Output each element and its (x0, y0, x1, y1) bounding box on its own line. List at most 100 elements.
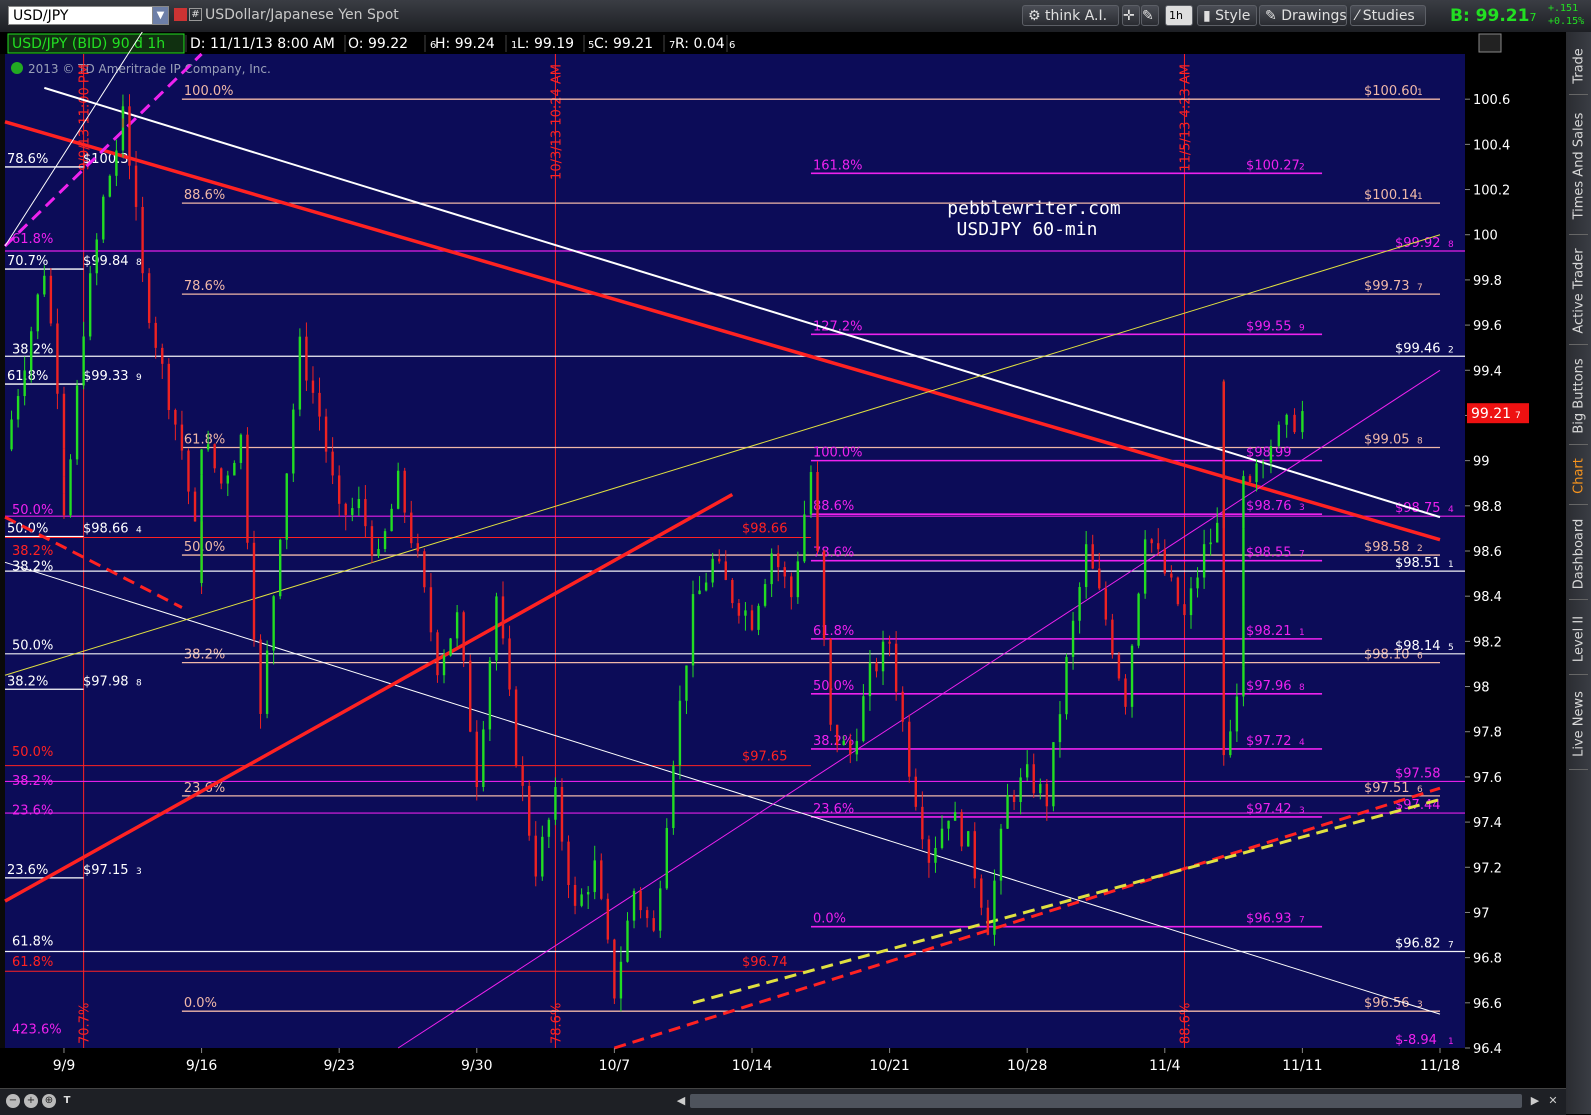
vertical-line-pct: 88.6% (1178, 1003, 1193, 1044)
candle (560, 778, 564, 851)
candle-body (770, 553, 773, 585)
y-tick-label: 96.6 (1473, 997, 1502, 1012)
fib-price-label: $98.55 (1246, 546, 1292, 561)
text-tool-icon[interactable]: T (60, 1094, 74, 1108)
sidebar-tab-chart[interactable]: Chart (1566, 446, 1591, 506)
pencil-icon[interactable]: ✎ (1141, 5, 1159, 26)
sidebar-tab-active-trader[interactable]: Active Trader (1566, 236, 1591, 346)
zoom-out-icon[interactable]: − (6, 1094, 20, 1108)
fib-pct-label: 88.6% (184, 188, 225, 203)
level-price-small: 1 (1448, 560, 1454, 570)
style-button[interactable]: ▮ Style (1197, 5, 1257, 26)
candle-body (410, 512, 413, 544)
candle-body (1065, 656, 1068, 715)
candle-body (1235, 696, 1239, 732)
candle-body (1183, 604, 1186, 616)
level-price-label: $99.46 (1395, 341, 1441, 356)
fib-price-label: $99.05 (1364, 433, 1410, 448)
candle-body (220, 468, 223, 484)
candle-body (187, 450, 190, 492)
crosshair-icon[interactable]: ✛ (1122, 5, 1140, 26)
sidebar-tab-trade[interactable]: Trade (1566, 36, 1591, 96)
x-tick-label: 11/4 (1149, 1058, 1181, 1074)
candle-body (921, 806, 924, 840)
fit-icon[interactable]: ⊕ (42, 1094, 56, 1108)
sidebar-divider (1569, 599, 1588, 600)
candle (1052, 742, 1055, 812)
candle-body (718, 558, 721, 562)
candle-body (36, 294, 39, 332)
sidebar-divider (1569, 234, 1588, 235)
expand-icon[interactable]: ✕ (1546, 1094, 1560, 1108)
sidebar-divider (1569, 94, 1588, 95)
link-icon[interactable]: # (189, 8, 202, 21)
fib-price-small: 9 (136, 373, 142, 383)
y-tick-label: 97 (1473, 906, 1490, 921)
candle (469, 654, 472, 733)
sidebar-tab-big-buttons[interactable]: Big Buttons (1566, 346, 1591, 446)
candle-body (416, 543, 420, 552)
candle (298, 328, 302, 417)
candle (1222, 379, 1225, 508)
candle (383, 528, 387, 553)
candle-body (803, 514, 806, 562)
candle-body (121, 106, 125, 109)
interval-button[interactable]: 1h (1165, 5, 1193, 26)
sidebar-tab-level-ii[interactable]: Level II (1566, 601, 1591, 676)
horizontal-scrollbar[interactable] (690, 1094, 1522, 1108)
drawings-button[interactable]: ✎ Drawings (1259, 5, 1347, 26)
candle-body (790, 576, 793, 598)
candle-body (809, 472, 813, 515)
level-price-small: 7 (1448, 941, 1454, 951)
studies-button[interactable]: ⁄ Studies (1350, 5, 1426, 26)
candle (462, 610, 465, 668)
think-ai-button[interactable]: ⚙ think A.I. (1022, 5, 1119, 26)
candle-body (1242, 476, 1245, 529)
chart-panel[interactable]: USD/JPY (BID) 90 d 1h D: 11/11/13 8:00 AM… (0, 31, 1566, 1114)
candle (265, 640, 269, 719)
candle-body (1196, 577, 1199, 589)
fib-pct-label: 50.0% (813, 679, 854, 694)
candle-body (193, 491, 197, 522)
drawings-label: Drawings (1281, 8, 1347, 24)
candle-body (1222, 381, 1225, 506)
candle-body (868, 662, 872, 697)
symbol-dropdown-icon[interactable]: ▼ (152, 6, 169, 25)
sidebar-tab-times-and-sales[interactable]: Times And Sales (1566, 96, 1591, 236)
candle-body (901, 691, 904, 722)
fib-price-small: 4 (136, 526, 142, 536)
candle-body (894, 643, 898, 692)
y-tick-label: 96.4 (1473, 1042, 1502, 1057)
scroll-left-icon[interactable]: ◀ (674, 1094, 688, 1108)
candle-body (108, 175, 112, 197)
candle-body (383, 531, 387, 549)
flag-icon[interactable] (174, 8, 187, 21)
candle (1176, 576, 1180, 607)
price-chart[interactable]: USD/JPY (BID) 90 d 1h D: 11/11/13 8:00 AM… (0, 31, 1566, 1088)
fib-price-small: 8 (1417, 437, 1423, 447)
candle (1143, 530, 1147, 599)
candle-body (796, 561, 800, 598)
style-label: Style (1215, 8, 1251, 24)
candle (665, 818, 669, 890)
candle (449, 637, 452, 657)
candle-body (940, 828, 944, 848)
candle-body (95, 239, 98, 274)
candle-body (1261, 462, 1265, 464)
candle-body (1242, 528, 1245, 607)
candle-body (645, 910, 649, 919)
symbol-input[interactable]: USD/JPY (8, 6, 156, 25)
candle (1130, 644, 1134, 718)
candle-body (1045, 783, 1049, 807)
candle-body (973, 831, 976, 879)
candle-body (600, 860, 603, 899)
bar-open: O: 99.22 (348, 36, 408, 52)
candle-body (174, 409, 177, 425)
candle-body (619, 961, 623, 999)
sidebar-tab-live-news[interactable]: Live News (1566, 676, 1591, 771)
fib-pct-label: 61.8% (7, 369, 48, 384)
sidebar-tab-dashboard[interactable]: Dashboard (1566, 506, 1591, 601)
fib-pct-label: 23.6% (813, 802, 854, 817)
scroll-right-icon[interactable]: ▶ (1528, 1094, 1542, 1108)
zoom-in-icon[interactable]: + (24, 1094, 38, 1108)
